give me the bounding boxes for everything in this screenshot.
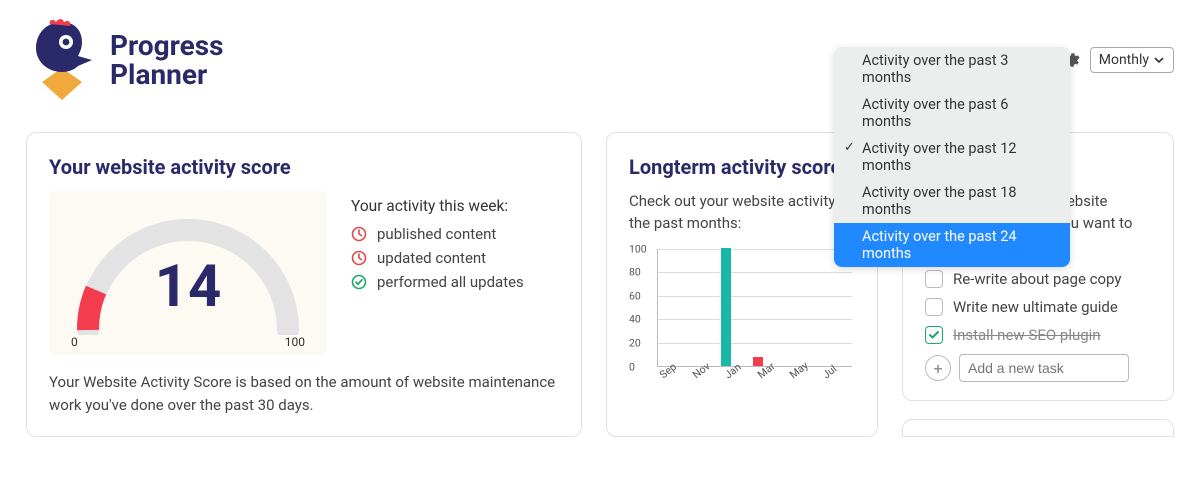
app-logo: Progress Planner bbox=[26, 18, 224, 102]
ytick: 20 bbox=[629, 336, 641, 349]
ytick: 40 bbox=[629, 313, 641, 326]
range-option-3m[interactable]: Activity over the past 3 months bbox=[834, 47, 1070, 91]
ytick: 80 bbox=[629, 266, 641, 279]
clock-icon bbox=[351, 250, 367, 266]
todo-item[interactable]: Re-write about page copy bbox=[925, 270, 1151, 288]
gauge-max: 100 bbox=[285, 335, 305, 349]
rooster-logo-icon bbox=[26, 18, 98, 102]
brand-line1: Progress bbox=[110, 31, 224, 60]
brand-line2: Planner bbox=[110, 60, 224, 89]
todo-item[interactable]: Install new SEO plugin bbox=[925, 326, 1151, 344]
ytick: 100 bbox=[629, 242, 647, 255]
todo-item[interactable]: Write new ultimate guide bbox=[925, 298, 1151, 316]
activity-label: published content bbox=[377, 225, 496, 243]
check-circle-icon bbox=[351, 274, 367, 290]
card-activity-score: Your website activity score 14 0 100 You… bbox=[26, 132, 582, 437]
clock-icon bbox=[351, 226, 367, 242]
longterm-title: Longterm activity scores bbox=[629, 155, 855, 179]
gauge-min: 0 bbox=[71, 335, 78, 349]
gauge-container: 14 0 100 bbox=[49, 191, 327, 355]
checkbox-checked-icon[interactable] bbox=[925, 326, 943, 344]
range-option-6m[interactable]: Activity over the past 6 months bbox=[834, 91, 1070, 135]
score-value: 14 bbox=[63, 253, 313, 321]
chart-bar bbox=[721, 248, 731, 366]
activity-item: performed all updates bbox=[351, 273, 524, 291]
ytick: 60 bbox=[629, 289, 641, 302]
activity-label: updated content bbox=[377, 249, 486, 267]
add-task-button[interactable]: + bbox=[925, 355, 951, 381]
longterm-chart: 100 80 60 40 20 0 Sep Nov Jan Mar May bbox=[629, 249, 857, 399]
todo-label: Write new ultimate guide bbox=[953, 298, 1118, 316]
chevron-down-icon bbox=[1153, 54, 1165, 66]
score-title: Your website activity score bbox=[49, 155, 559, 179]
range-dropdown[interactable]: Activity over the past 3 months Activity… bbox=[834, 47, 1070, 267]
range-option-18m[interactable]: Activity over the past 18 months bbox=[834, 179, 1070, 223]
activity-item: published content bbox=[351, 225, 524, 243]
range-option-24m[interactable]: Activity over the past 24 months bbox=[834, 223, 1070, 267]
todo-label: Install new SEO plugin bbox=[953, 326, 1101, 344]
add-task-input[interactable] bbox=[959, 354, 1129, 382]
activity-item: updated content bbox=[351, 249, 524, 267]
ytick: 0 bbox=[629, 360, 635, 373]
checkbox-icon[interactable] bbox=[925, 298, 943, 316]
range-option-12m[interactable]: Activity over the past 12 months bbox=[834, 135, 1070, 179]
activity-label: performed all updates bbox=[377, 273, 524, 291]
todo-label: Re-write about page copy bbox=[953, 270, 1122, 288]
card-peek bbox=[902, 419, 1174, 437]
score-description: Your Website Activity Score is based on … bbox=[49, 371, 559, 416]
granularity-label: Monthly bbox=[1099, 52, 1149, 68]
checkbox-icon[interactable] bbox=[925, 270, 943, 288]
longterm-subtitle: Check out your website activity in the p… bbox=[629, 191, 855, 235]
granularity-select[interactable]: Monthly bbox=[1090, 47, 1174, 73]
week-title: Your activity this week: bbox=[351, 197, 524, 215]
